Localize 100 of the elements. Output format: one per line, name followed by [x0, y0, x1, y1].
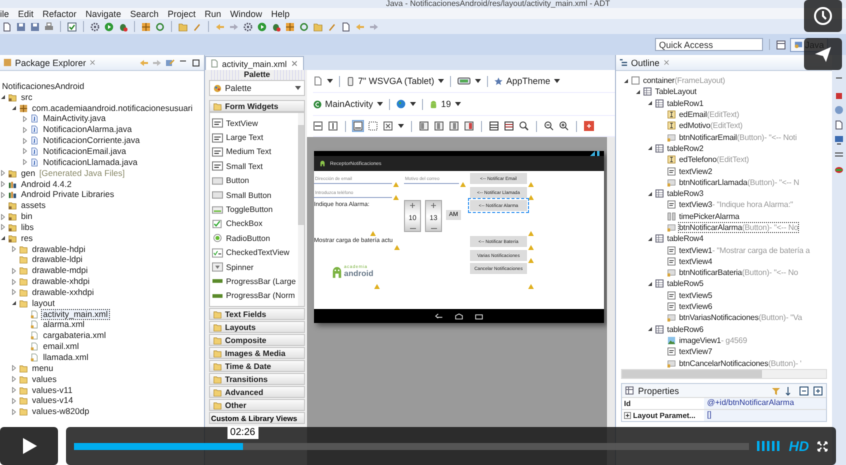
palette-item[interactable]: CheckBox	[226, 219, 262, 228]
collapse-arrow-icon[interactable]	[0, 235, 6, 242]
palette-item[interactable]: ProgressBar (Large	[226, 276, 296, 286]
expand-all-icon[interactable]	[813, 386, 823, 396]
refresh-icon[interactable]	[299, 22, 309, 32]
outline-item[interactable]: edEmail(EditText)	[678, 109, 740, 120]
activity-dropdown[interactable]: MainActivity	[313, 99, 374, 109]
tree-item[interactable]: NotificacionCorriente.java	[41, 135, 142, 146]
collapse-arrow-icon[interactable]	[647, 100, 653, 106]
collapse-arrow-icon[interactable]	[647, 326, 653, 332]
outline-item[interactable]: edMotivo(EditText)	[678, 120, 744, 132]
outline-item[interactable]: textView4	[678, 256, 714, 267]
palette-dropdown[interactable]: Palette	[209, 80, 305, 96]
watch-later-button[interactable]	[804, 0, 842, 32]
tree-item[interactable]: values-v14	[30, 395, 76, 406]
close-icon[interactable]	[662, 59, 670, 66]
refresh-icon[interactable]	[155, 22, 165, 32]
caret-icon[interactable]	[438, 79, 444, 83]
collapse-arrow-icon[interactable]	[647, 280, 653, 287]
caret-icon[interactable]	[554, 79, 560, 83]
outline-item[interactable]: btnVariasNotificaciones(Button)- "Va	[678, 312, 803, 324]
file-icon[interactable]	[834, 120, 844, 130]
expand-arrow-icon[interactable]	[22, 148, 28, 154]
palette-item[interactable]: ToggleButton	[226, 205, 273, 214]
caret-icon[interactable]	[455, 102, 462, 106]
outline-item[interactable]: tableRow4	[666, 233, 704, 244]
tree-item[interactable]: drawable-xhdpi	[30, 276, 92, 288]
property-value[interactable]: []	[704, 410, 826, 421]
orientation-icon[interactable]	[457, 76, 472, 86]
caret-icon[interactable]	[475, 79, 482, 83]
palette-category[interactable]: Transitions	[209, 373, 305, 385]
tree-item[interactable]: com.academiaandroid.notificacionesusuari	[30, 102, 195, 114]
collapse-arrow-icon[interactable]	[11, 300, 17, 306]
palette-category[interactable]: Time & Date	[209, 360, 305, 372]
expand-arrow-icon[interactable]	[11, 278, 17, 285]
expand-arrow-icon[interactable]	[22, 159, 28, 166]
caret-icon[interactable]	[410, 102, 416, 106]
palette-category[interactable]: Text Fields	[209, 308, 305, 320]
globe-icon[interactable]	[396, 99, 406, 109]
editor-tab[interactable]: activity_main.xml	[205, 56, 304, 70]
palette-category[interactable]: Form Widgets	[209, 100, 305, 112]
tree-item[interactable]: llamada.xml	[41, 352, 90, 364]
expand-arrow-icon[interactable]	[11, 246, 17, 252]
fit-height-icon[interactable]	[328, 121, 338, 131]
outline-item[interactable]: container(FrameLayout)	[642, 75, 726, 86]
grid-icon[interactable]	[285, 22, 295, 32]
device-dropdown[interactable]: 7" WSVGA (Tablet)	[346, 76, 434, 86]
expand-arrow-icon[interactable]	[0, 192, 6, 198]
collapse-arrow-icon[interactable]	[623, 78, 629, 84]
palette-category[interactable]: Other	[209, 399, 305, 411]
save-icon[interactable]	[16, 22, 26, 32]
zoom-out-icon[interactable]	[544, 121, 554, 131]
palette-item[interactable]: Small Text	[226, 162, 263, 171]
outline-item[interactable]: textView1- "Mostrar carga de batería a	[678, 244, 811, 256]
monitor-icon[interactable]	[834, 135, 844, 145]
property-value[interactable]: @+id/btnNotificarAlarma	[704, 398, 826, 409]
palette-item[interactable]: Medium Text	[226, 147, 272, 156]
palette-item[interactable]: Large Text	[226, 133, 264, 142]
tree-item[interactable]: alarma.xml	[41, 319, 87, 330]
tree-item[interactable]: drawable-mdpi	[30, 265, 90, 276]
table-icon[interactable]	[489, 121, 499, 131]
expand-arrow-icon[interactable]	[22, 138, 28, 144]
menubar-item[interactable]: Edit	[18, 8, 34, 18]
palette-item[interactable]: Small Button	[226, 190, 272, 200]
palette-category[interactable]: Images & Media	[209, 347, 305, 359]
tree-item[interactable]: drawable-hdpi	[30, 244, 88, 255]
outline-item[interactable]: btnCancelarNotificaciones(Button)- '	[678, 358, 802, 369]
api-level-dropdown[interactable]: 19	[429, 99, 452, 109]
palette-category[interactable]: Composite	[209, 334, 305, 346]
outline-item[interactable]: edTelefono(EditText)	[678, 154, 750, 166]
palette-item[interactable]: TextView	[226, 118, 258, 128]
collapse-all-icon[interactable]	[799, 386, 809, 396]
volume-icon[interactable]	[756, 441, 781, 451]
expand-arrow-icon[interactable]	[22, 126, 28, 133]
bug-icon[interactable]	[271, 22, 281, 32]
collapse-arrow-icon[interactable]	[635, 88, 641, 95]
google-plus-icon[interactable]	[584, 121, 594, 131]
tree-item[interactable]: Android 4.4.2	[19, 178, 74, 190]
tree-item[interactable]: assets	[19, 200, 48, 212]
palette-item[interactable]: CheckedTextView	[226, 248, 290, 258]
palette-category[interactable]: Advanced	[209, 386, 305, 398]
hd-label[interactable]: HD	[788, 438, 809, 454]
bug-icon[interactable]	[118, 22, 128, 32]
quick-access-field[interactable]: Quick Access	[655, 38, 763, 51]
tree-item[interactable]: drawable-ldpi	[30, 254, 85, 266]
table-icon[interactable]	[504, 121, 514, 131]
menubar-item[interactable]: Search	[130, 8, 159, 18]
menubar-item[interactable]: ile	[0, 8, 10, 18]
outline-item[interactable]: tableRow1	[666, 98, 704, 109]
tree-item[interactable]: NotificacionEmail.java	[41, 146, 128, 157]
panel-title[interactable]: Properties	[638, 386, 680, 396]
outline-item[interactable]: textView3- "Indique hora Alarma:"	[678, 199, 794, 210]
layout-icon[interactable]	[464, 121, 474, 131]
expand-arrow-icon[interactable]	[11, 365, 17, 372]
outline-item[interactable]: textView2	[678, 166, 714, 177]
fullscreen-icon[interactable]	[817, 440, 828, 452]
menubar-item[interactable]: Navigate	[86, 8, 122, 18]
menubar-item[interactable]: Project	[168, 8, 196, 18]
expand-arrow-icon[interactable]	[22, 116, 28, 122]
printer-icon[interactable]	[44, 22, 54, 32]
